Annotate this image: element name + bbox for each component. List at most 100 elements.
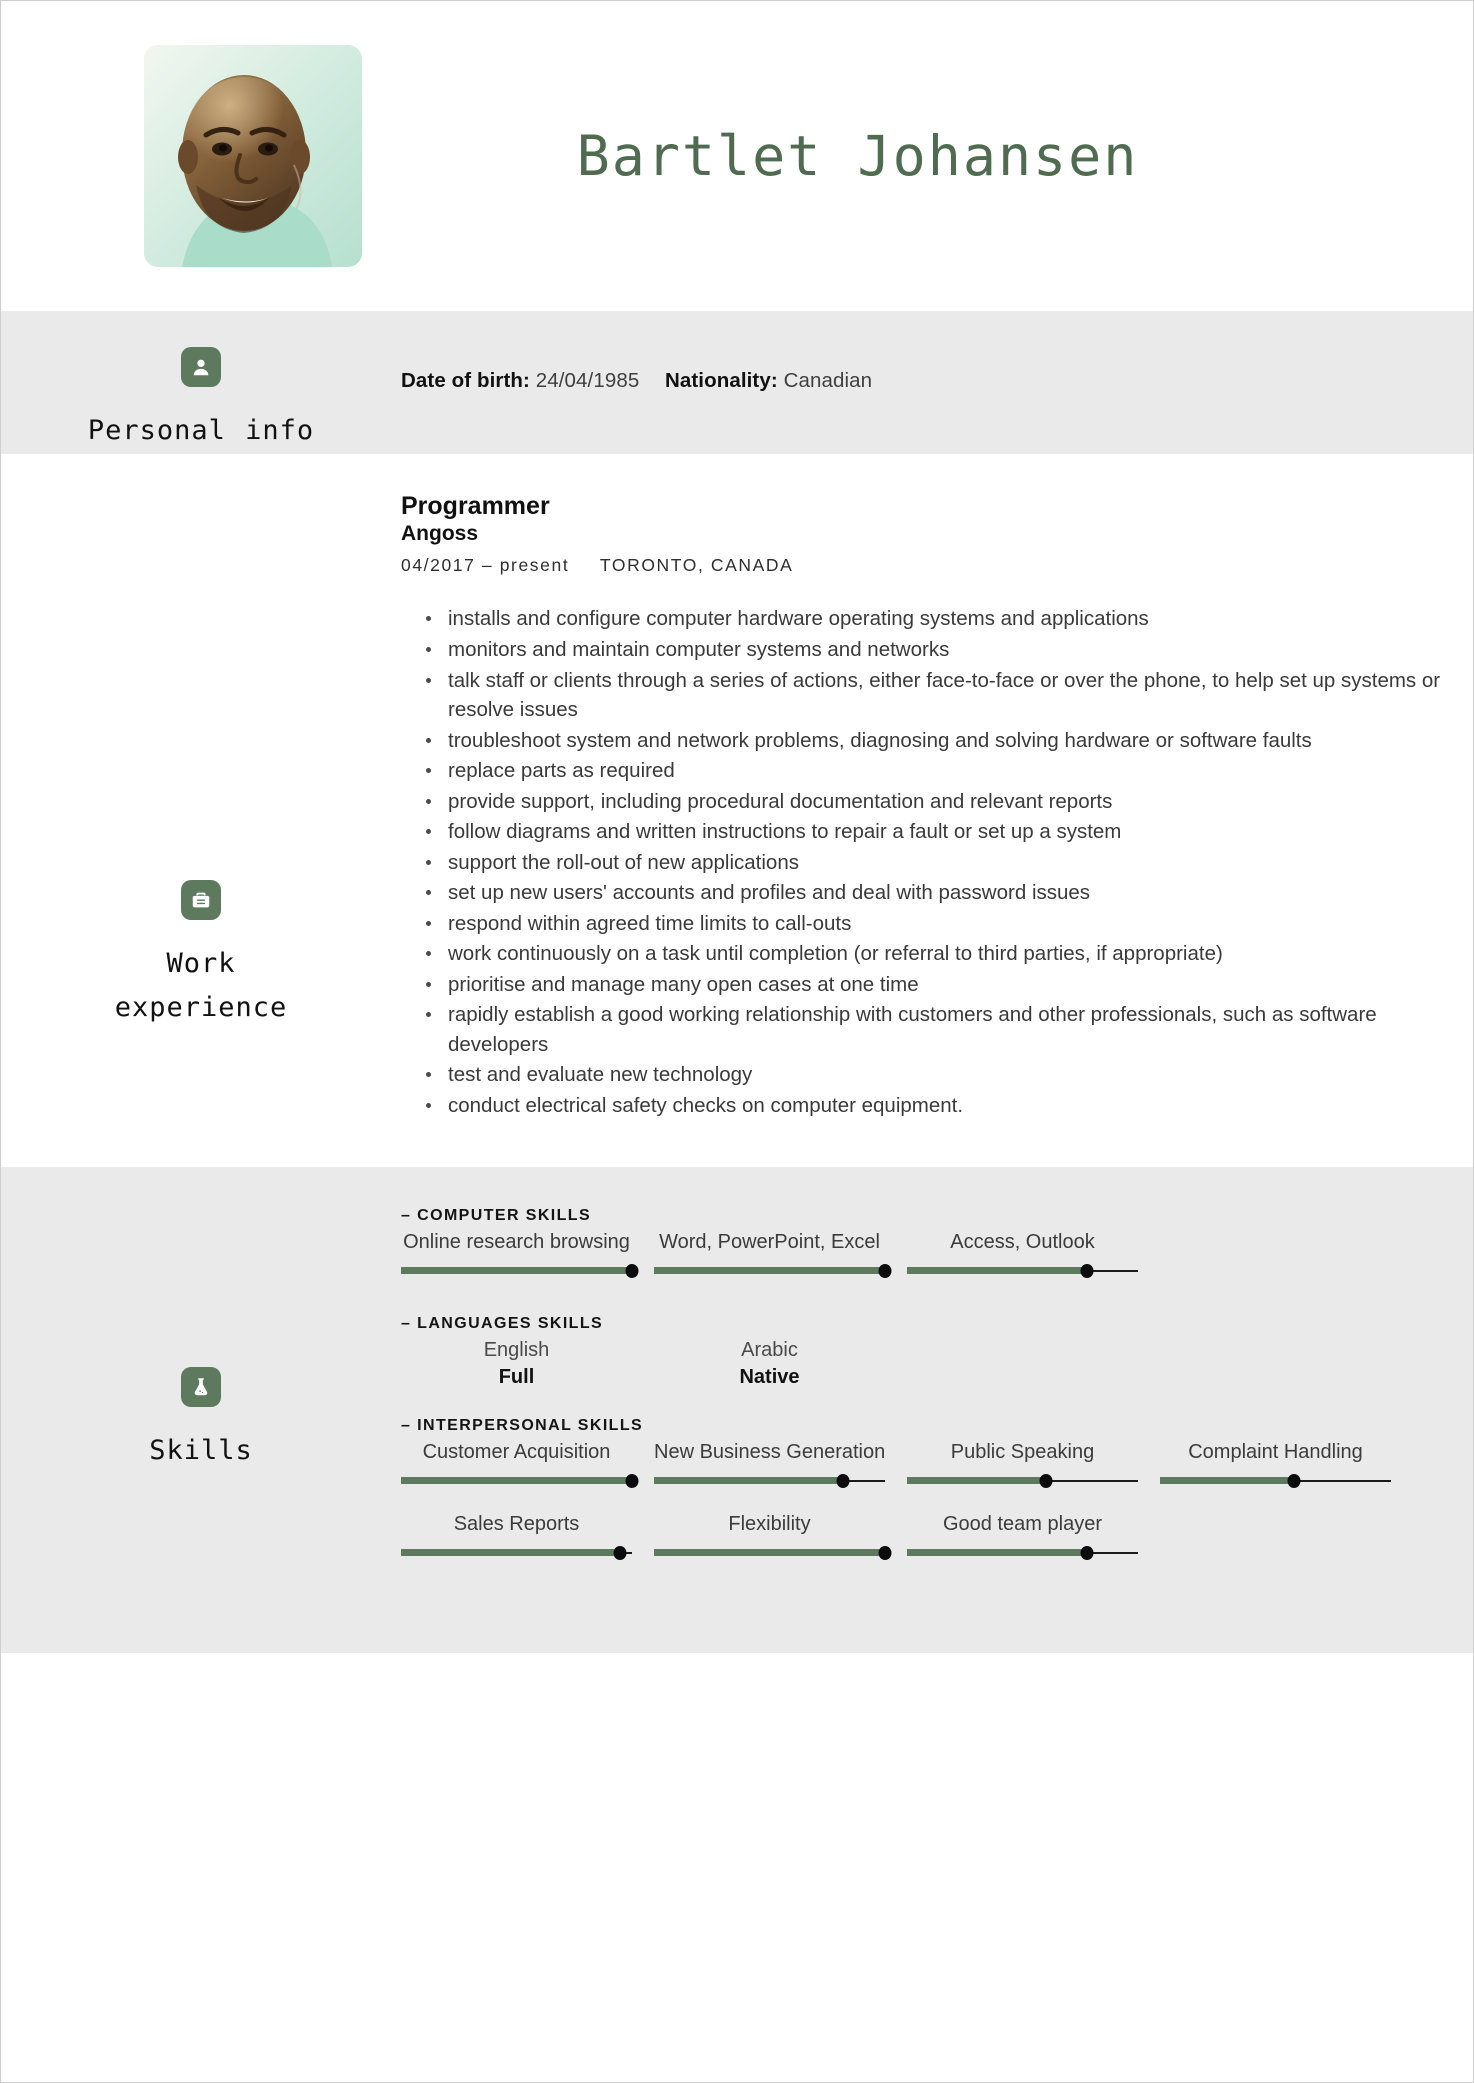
personal-info-label: Personal info [87,415,315,446]
language-name: English [483,1339,550,1362]
language-level: Full [498,1366,535,1389]
skills-label: Skills [149,1435,253,1467]
job-duty-item: conduct electrical safety checks on comp… [426,1091,1473,1121]
job-duty-item: set up new users' accounts and profiles … [426,878,1473,908]
language-item: Arabic Native [654,1337,885,1391]
job-duty-item: respond within agreed time limits to cal… [426,909,1473,939]
skill-item: Sales Reports [401,1511,632,1561]
skill-item: New Business Generation [654,1439,885,1489]
skill-level-slider[interactable] [654,1263,892,1279]
skill-group: – COMPUTER SKILLS Online research browsin… [401,1207,1473,1301]
skill-name: Flexibility [728,1513,811,1536]
skill-item: Word, PowerPoint, Excel [654,1229,892,1279]
work-experience-sidebar: Work experience [1,454,401,1168]
slider-fill [401,1267,632,1275]
skill-group-title: – LANGUAGES SKILLS [401,1315,604,1333]
skill-group-title: – INTERPERSONAL SKILLS [401,1417,644,1435]
skill-level-slider[interactable] [907,1263,1138,1279]
slider-fill [907,1477,1046,1485]
skill-grid: Customer Acquisition New Business Generat… [401,1439,1473,1583]
skill-item: Access, Outlook [907,1229,1138,1279]
skill-level-slider[interactable] [907,1473,1138,1489]
slider-fill [401,1477,632,1485]
job-duties-list: installs and configure computer hardware… [401,604,1473,1120]
language-item: English Full [401,1337,632,1391]
skill-level-slider[interactable] [654,1545,892,1561]
skill-name: Complaint Handling [1188,1441,1363,1464]
skill-name: Word, PowerPoint, Excel [659,1231,880,1254]
dob-label: Date of birth: [401,369,530,392]
skill-name: Good team player [943,1513,1102,1536]
work-experience-label: Work experience [114,947,288,1024]
slider-knob[interactable] [1080,1546,1094,1561]
skill-group-title: – COMPUTER SKILLS [401,1207,592,1225]
skill-item: Complaint Handling [1160,1439,1391,1489]
job-duty-item: installs and configure computer hardware… [426,604,1473,634]
skills-sidebar: Skills [1,1167,401,1653]
section-work-experience: Work experience Programmer Angoss 04/201… [1,453,1473,1168]
slider-fill [401,1549,621,1557]
slider-fill [654,1477,844,1485]
slider-knob[interactable] [878,1546,892,1561]
slider-knob[interactable] [625,1474,639,1489]
skill-level-slider[interactable] [907,1545,1138,1561]
section-skills: Skills – COMPUTER SKILLS Online research … [1,1167,1473,1654]
job-title: Programmer [401,491,550,520]
skills-content: – COMPUTER SKILLS Online research browsin… [401,1167,1473,1653]
profile-photo-illustration [144,45,362,267]
skill-grid: Online research browsing Word, PowerPoint… [401,1229,1473,1301]
slider-knob[interactable] [878,1264,892,1279]
flask-icon [180,1367,221,1408]
job-duty-item: troubleshoot system and network problems… [426,726,1473,756]
slider-knob[interactable] [625,1264,639,1279]
language-name: Arabic [741,1339,798,1362]
skill-level-slider[interactable] [401,1263,639,1279]
language-grid: English Full Arabic Native [401,1337,1473,1391]
skill-name: Online research browsing [403,1231,630,1254]
nationality-label: Nationality: [664,369,778,392]
job-location: TORONTO, CANADA [599,555,794,576]
skill-name: Public Speaking [950,1441,1095,1464]
skill-name: Access, Outlook [950,1231,1095,1254]
slider-knob[interactable] [613,1546,627,1561]
dob-value: 24/04/1985 [535,369,640,392]
page-title: Bartlet Johansen [576,124,1139,188]
slider-knob[interactable] [1039,1474,1053,1489]
skill-level-slider[interactable] [1160,1473,1391,1489]
personal-info-content: Date of birth: 24/04/1985 Nationality: C… [401,311,1473,454]
skill-group: – LANGUAGES SKILLS English Full Arabic Nativ… [401,1315,1473,1391]
slider-fill [654,1267,885,1275]
skill-item: Customer Acquisition [401,1439,639,1489]
skill-item: Good team player [907,1511,1138,1561]
slider-knob[interactable] [1287,1474,1301,1489]
skill-group: – INTERPERSONAL SKILLS Customer Acquisiti… [401,1417,1473,1583]
slider-knob[interactable] [1080,1264,1094,1279]
briefcase-icon [181,879,221,920]
skill-level-slider[interactable] [654,1473,885,1489]
job-duty-item: support the roll-out of new applications [426,848,1473,878]
job-dates: 04/2017 – present [401,555,570,576]
skill-item: Public Speaking [907,1439,1138,1489]
slider-fill [654,1549,885,1557]
avatar [144,45,362,267]
language-level: Native [739,1366,800,1389]
skill-name: Customer Acquisition [422,1441,611,1464]
resume-page: Bartlet Johansen Personal info Date of b… [0,0,1474,2083]
job-duty-item: prioritise and manage many open cases at… [426,970,1473,1000]
skill-name: New Business Generation [654,1441,886,1464]
skill-level-slider[interactable] [401,1545,632,1561]
job-duty-item: work continuously on a task until comple… [426,939,1473,969]
skill-level-slider[interactable] [401,1473,639,1489]
job-duty-item: test and evaluate new technology [426,1060,1473,1090]
job-duty-item: follow diagrams and written instructions… [426,817,1473,847]
job-meta: 04/2017 – present TORONTO, CANADA [401,555,1473,576]
name-container: Bartlet Johansen [362,124,1473,188]
slider-knob[interactable] [836,1474,850,1489]
slider-fill [907,1549,1088,1557]
skill-item: Online research browsing [401,1229,639,1279]
personal-info-line: Date of birth: 24/04/1985 Nationality: C… [401,369,1473,393]
nationality-value: Canadian [783,369,873,392]
job-duty-item: replace parts as required [426,756,1473,786]
job-company: Angoss [401,522,479,546]
skill-name: Sales Reports [453,1513,580,1536]
